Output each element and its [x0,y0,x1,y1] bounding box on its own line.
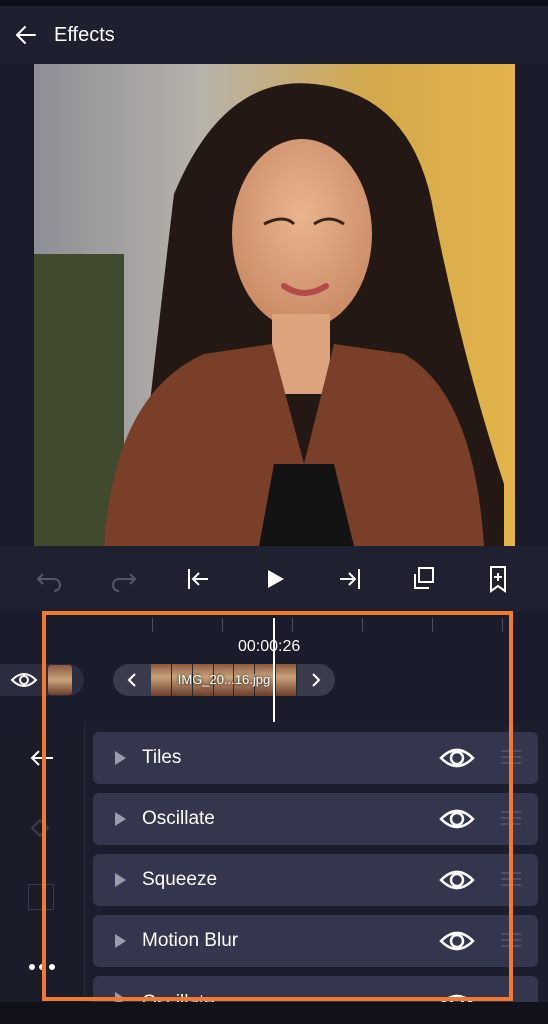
back-arrow-icon[interactable] [27,746,57,770]
expand-icon[interactable] [115,992,126,1002]
more-icon[interactable] [28,962,56,972]
effect-label: Tiles [142,747,182,768]
app-header: Effects [0,6,548,64]
eye-icon[interactable] [439,990,475,1002]
preview-photo [34,64,515,546]
ruler-tick [292,618,293,632]
eye-icon[interactable] [10,670,38,690]
copy-layer-icon[interactable] [409,564,439,594]
skip-to-end-icon[interactable] [334,564,364,594]
page-title: Effects [54,23,115,46]
effect-label: Oscillate [142,992,215,1002]
keyframe-icon[interactable] [30,818,50,838]
effect-label: Squeeze [142,869,218,890]
clip-label: IMG_20...16.jpg [177,672,271,687]
video-preview [0,64,548,546]
drag-handle-icon[interactable] [501,750,521,766]
layer-thumbnail [48,665,72,695]
skip-to-start-icon[interactable] [184,564,214,594]
expand-icon[interactable] [115,934,126,948]
eye-icon[interactable] [439,805,475,833]
chevron-left-icon[interactable] [122,664,142,696]
back-arrow-icon[interactable] [14,23,38,47]
ruler-tick [222,618,223,632]
effect-row-tiles[interactable]: Tiles [93,732,538,784]
panel-side-column [0,722,85,1002]
timeline: 00:00:26 IMG_20...16.jpg [0,612,548,722]
expand-icon[interactable] [115,812,126,826]
effect-row-squeeze[interactable]: Squeeze [93,854,538,906]
navigation-bar [0,1002,548,1024]
ruler-tick [432,618,433,632]
eye-icon[interactable] [439,927,475,955]
effect-row-motion-blur[interactable]: Motion Blur [93,915,538,967]
drag-handle-icon[interactable] [501,933,521,949]
effect-row-oscillate[interactable]: Oscillate [93,793,538,845]
crop-icon[interactable] [28,884,54,910]
layer-visibility-chip[interactable] [0,664,84,696]
expand-icon[interactable] [115,873,126,887]
ruler-tick [502,618,503,632]
timeline-clip[interactable]: IMG_20...16.jpg [113,664,335,696]
effects-panel: Tiles Oscillate Squeeze Motion Blur Osci… [0,722,548,1002]
chevron-right-icon[interactable] [306,664,326,696]
play-icon[interactable] [259,564,289,594]
drag-handle-icon[interactable] [501,811,521,827]
redo-icon[interactable] [109,564,139,594]
eye-icon[interactable] [439,744,475,772]
expand-icon[interactable] [115,751,126,765]
timecode: 00:00:26 [238,638,301,655]
ruler-tick [362,618,363,632]
effect-label: Oscillate [142,808,215,829]
drag-handle-icon[interactable] [501,872,521,888]
undo-icon[interactable] [34,564,64,594]
eye-icon[interactable] [439,866,475,894]
ruler-tick [152,618,153,632]
playback-toolbar [0,546,548,612]
bookmark-add-icon[interactable] [483,564,513,594]
effect-label: Motion Blur [142,930,239,951]
playhead[interactable] [273,618,275,722]
effect-row-oscillate-2[interactable]: Oscillate [93,976,538,1002]
